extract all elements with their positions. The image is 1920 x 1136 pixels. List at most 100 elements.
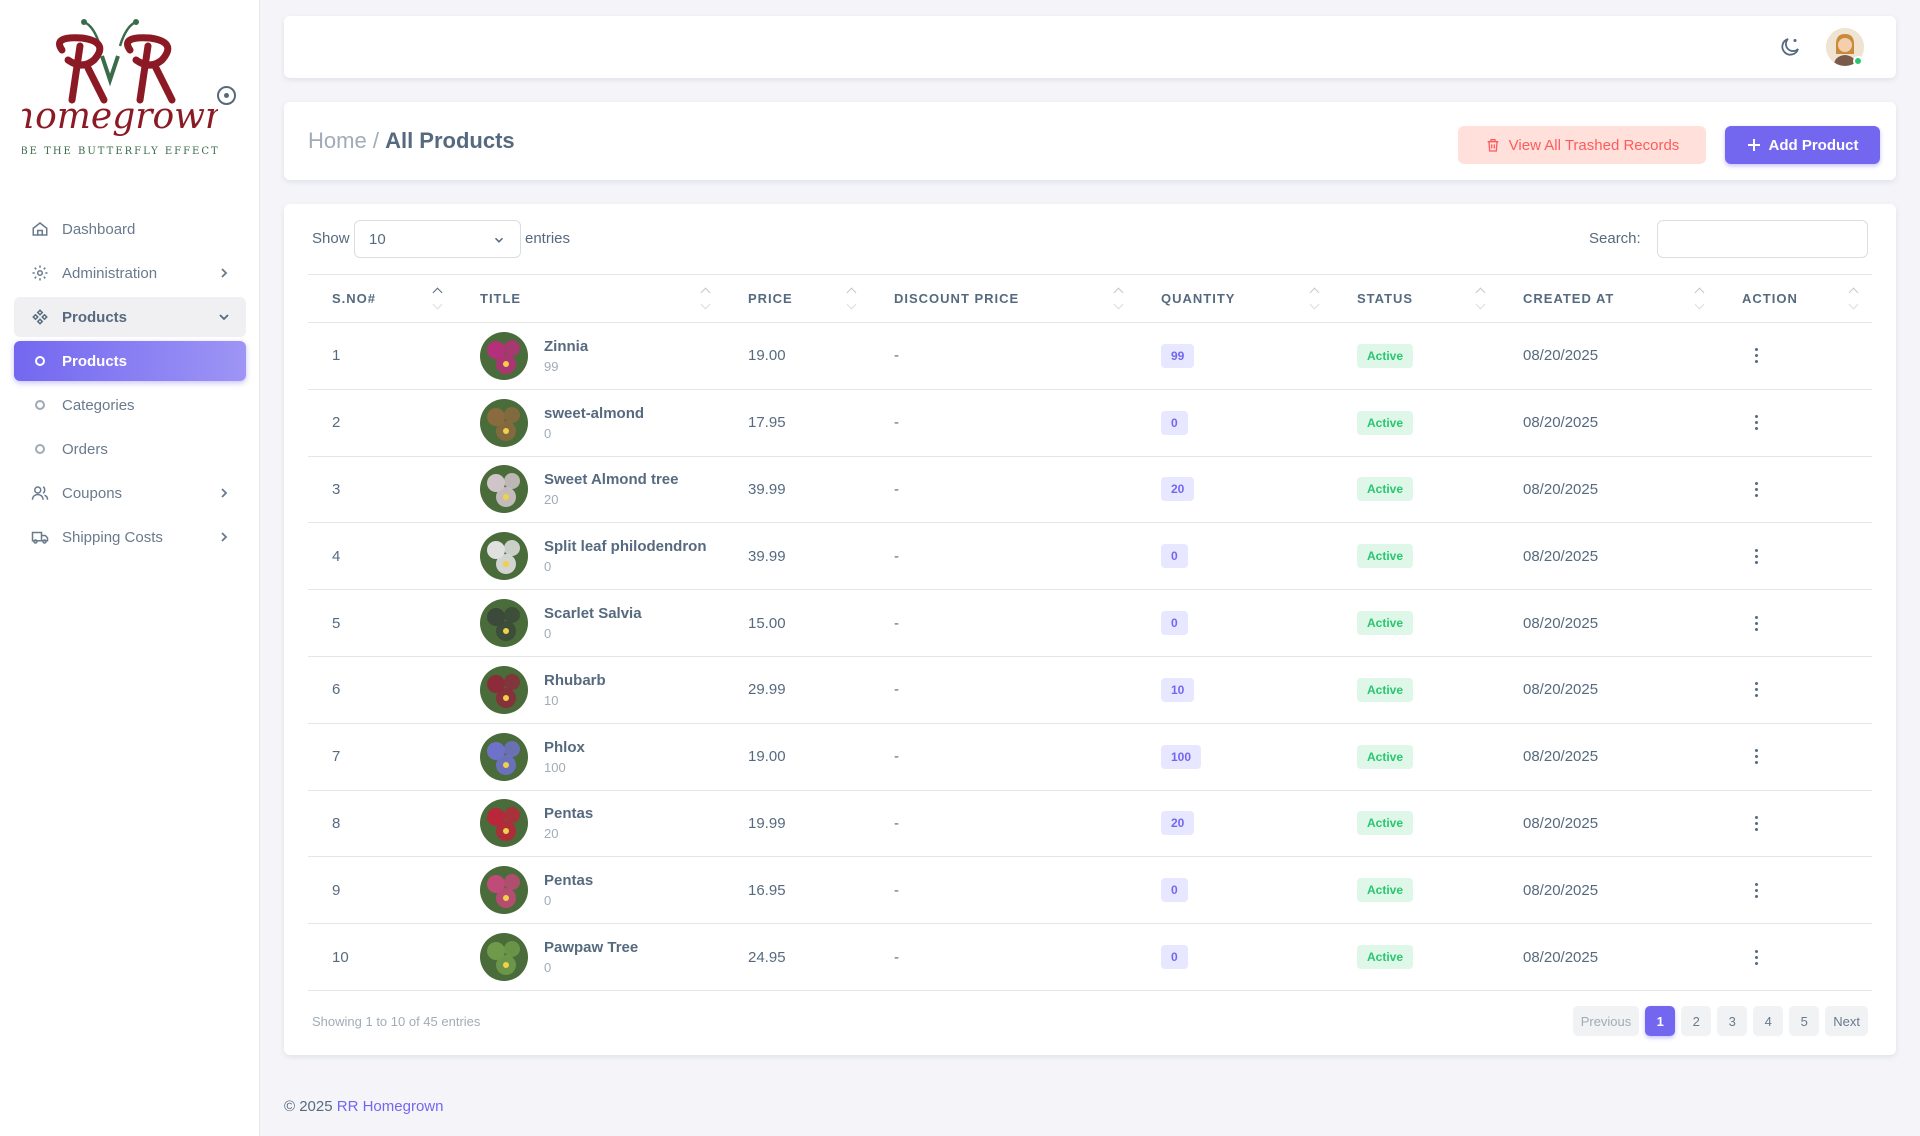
column-header[interactable]: TITLE: [456, 274, 724, 323]
column-header[interactable]: CREATED AT: [1499, 274, 1718, 323]
sort-icon: [1694, 287, 1706, 313]
moon-icon[interactable]: [1778, 35, 1802, 59]
page-button[interactable]: 3: [1717, 1006, 1748, 1036]
search-label: Search:: [1589, 230, 1641, 247]
column-header[interactable]: DISCOUNT PRICE: [870, 274, 1137, 323]
product-thumbnail[interactable]: [480, 532, 528, 581]
sidebar-item-administration[interactable]: Administration: [14, 253, 246, 293]
column-header[interactable]: QUANTITY: [1137, 274, 1333, 323]
breadcrumb-home[interactable]: Home: [308, 128, 367, 153]
product-thumbnail[interactable]: [480, 599, 528, 648]
dot-icon: [35, 356, 45, 366]
product-title[interactable]: Sweet Almond tree: [544, 471, 678, 488]
quantity-badge: 0: [1161, 611, 1188, 636]
next-page-button[interactable]: Next: [1825, 1006, 1868, 1036]
quantity-badge: 0: [1161, 544, 1188, 569]
column-header[interactable]: STATUS: [1333, 274, 1499, 323]
page-button[interactable]: 4: [1753, 1006, 1784, 1036]
sidebar-item-label: Products: [62, 308, 128, 326]
column-header[interactable]: PRICE: [724, 274, 870, 323]
created-cell: 08/20/2025: [1499, 923, 1718, 991]
page-button[interactable]: 5: [1789, 1006, 1820, 1036]
page-size-select[interactable]: 10: [354, 220, 521, 258]
sidebar-item-label: Products: [62, 352, 128, 370]
product-thumbnail[interactable]: [480, 331, 528, 380]
product-title[interactable]: Pentas: [544, 805, 593, 822]
sort-icon: [1113, 287, 1125, 313]
created-cell: 08/20/2025: [1499, 589, 1718, 657]
status-badge: Active: [1357, 811, 1414, 836]
sort-icon: [432, 287, 444, 313]
sidebar-item-products[interactable]: Products: [14, 341, 246, 381]
product-title[interactable]: Split leaf philodendron: [544, 538, 707, 555]
product-thumbnail[interactable]: [480, 866, 528, 915]
price-cell: 29.99: [724, 656, 870, 724]
quantity-badge: 0: [1161, 410, 1188, 435]
sidebar-collapse-toggle[interactable]: [217, 86, 236, 105]
more-vertical-icon[interactable]: [1746, 813, 1766, 833]
product-title[interactable]: Rhubarb: [544, 672, 606, 689]
more-vertical-icon[interactable]: [1746, 680, 1766, 700]
product-thumbnail[interactable]: [480, 933, 528, 982]
product-thumbnail[interactable]: [480, 398, 528, 447]
online-status-dot: [1853, 56, 1863, 66]
users-icon: [30, 483, 50, 503]
search-input[interactable]: [1657, 220, 1868, 258]
product-subtitle: 0: [544, 960, 552, 976]
product-title[interactable]: sweet-almond: [544, 405, 644, 422]
title-cell: Zinnia 99: [456, 322, 724, 390]
discount-cell: -: [870, 456, 1137, 524]
sidebar-item-dashboard[interactable]: Dashboard: [14, 209, 246, 249]
sidebar-item-orders[interactable]: Orders: [14, 429, 246, 469]
sidebar-item-label: Categories: [62, 396, 135, 414]
sidebar-item-coupons[interactable]: Coupons: [14, 473, 246, 513]
sort-icon: [1848, 287, 1860, 313]
chevron-right-icon: [216, 485, 232, 501]
product-title[interactable]: Phlox: [544, 739, 585, 756]
more-vertical-icon[interactable]: [1746, 479, 1766, 499]
column-header[interactable]: ACTION: [1718, 274, 1872, 323]
product-thumbnail[interactable]: [480, 465, 528, 514]
sidebar-item-products-group[interactable]: Products: [14, 297, 246, 337]
created-cell: 08/20/2025: [1499, 522, 1718, 591]
product-thumbnail[interactable]: [480, 732, 528, 781]
sno-cell: 9: [308, 856, 456, 925]
more-vertical-icon[interactable]: [1746, 613, 1766, 633]
action-cell: [1718, 522, 1872, 591]
footer-brand-link[interactable]: RR Homegrown: [337, 1098, 444, 1115]
more-vertical-icon[interactable]: [1746, 546, 1766, 566]
title-cell: Pawpaw Tree 0: [456, 923, 724, 991]
copyright-text: © 2025: [284, 1098, 333, 1115]
product-subtitle: 20: [544, 826, 559, 842]
table-row: 9 Pentas 0 16.95-0 Active 08/20/2025: [308, 856, 1872, 925]
page-button[interactable]: 1: [1645, 1006, 1676, 1036]
price-cell: 39.99: [724, 522, 870, 591]
quantity-badge: 10: [1161, 677, 1195, 702]
sort-icon: [1309, 287, 1321, 313]
action-cell: [1718, 790, 1872, 858]
product-title[interactable]: Zinnia: [544, 338, 588, 355]
more-vertical-icon[interactable]: [1746, 346, 1766, 366]
more-vertical-icon[interactable]: [1746, 947, 1766, 967]
column-header[interactable]: S.NO#: [308, 274, 456, 323]
product-thumbnail[interactable]: [480, 799, 528, 848]
more-vertical-icon[interactable]: [1746, 880, 1766, 900]
diamonds-icon: [30, 307, 50, 327]
table-row: 2 sweet-almond 0 17.95-0 Active 08/20/2025: [308, 389, 1872, 457]
created-cell: 08/20/2025: [1499, 389, 1718, 457]
more-vertical-icon[interactable]: [1746, 413, 1766, 433]
table-info: Showing 1 to 10 of 45 entries: [312, 1014, 481, 1029]
product-thumbnail[interactable]: [480, 665, 528, 714]
brand-logo[interactable]: homegrown BE THE BUTTERFLY EFFECT: [12, 16, 228, 180]
sidebar-item-categories[interactable]: Categories: [14, 385, 246, 425]
view-trashed-button[interactable]: View All Trashed Records: [1458, 126, 1706, 164]
trash-icon: [1487, 139, 1499, 152]
product-title[interactable]: Pawpaw Tree: [544, 939, 638, 956]
product-title[interactable]: Pentas: [544, 872, 593, 889]
page-button[interactable]: 2: [1681, 1006, 1712, 1036]
sidebar-item-shipping-costs[interactable]: Shipping Costs: [14, 517, 246, 557]
product-title[interactable]: Scarlet Salvia: [544, 605, 642, 622]
previous-page-button[interactable]: Previous: [1572, 1006, 1640, 1036]
add-product-button[interactable]: Add Product: [1725, 126, 1880, 164]
more-vertical-icon[interactable]: [1746, 747, 1766, 767]
